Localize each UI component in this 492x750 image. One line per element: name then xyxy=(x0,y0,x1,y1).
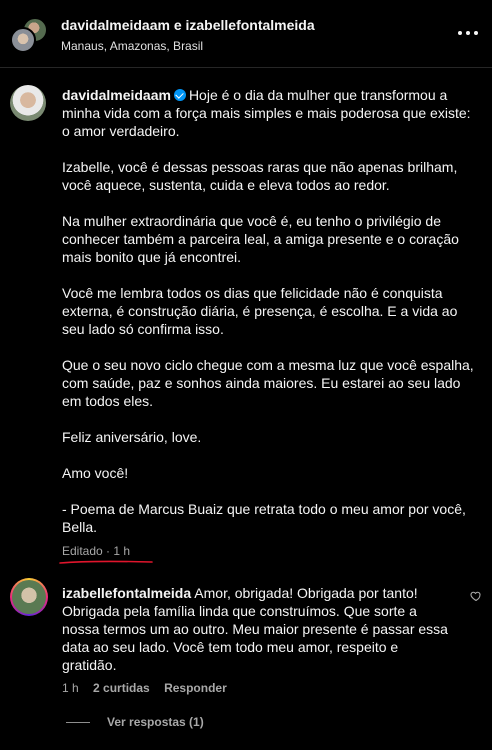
more-horizontal-icon[interactable] xyxy=(458,28,478,38)
comment-likes[interactable]: 2 curtidas xyxy=(93,681,150,695)
caption-paragraph: Na mulher extraordinária que você é, eu … xyxy=(62,213,459,265)
caption-paragraph: Feliz aniversário, love. xyxy=(62,429,202,445)
caption-paragraph: Você me lembra todos os dias que felicid… xyxy=(62,285,458,337)
header-accounts[interactable]: davidalmeidaam e izabellefontalmeida xyxy=(61,17,315,33)
comment-body: izabellefontalmeida Amor, obrigada! Obri… xyxy=(62,584,452,674)
commenter-username[interactable]: izabellefontalmeida xyxy=(62,585,191,601)
author-username[interactable]: davidalmeidaam xyxy=(62,87,171,103)
comment-time: 1 h xyxy=(62,681,79,695)
caption-paragraph: Amo você! xyxy=(62,465,129,481)
comment-meta: 1 h 2 curtidas Responder xyxy=(62,681,238,695)
red-annotation-underline xyxy=(59,560,153,564)
collab-avatars[interactable] xyxy=(10,17,48,53)
edited-timestamp: Editado · 1 h xyxy=(62,544,131,558)
author-avatar[interactable] xyxy=(10,85,46,121)
post-caption: davidalmeidaam Hoje é o dia da mulher que… xyxy=(62,86,482,554)
caption-paragraph: Que o seu novo ciclo chegue com a mesma … xyxy=(62,357,474,409)
verified-badge-icon xyxy=(173,89,186,101)
reply-button[interactable]: Responder xyxy=(164,681,227,695)
commenter-avatar[interactable] xyxy=(10,578,48,616)
post-header: davidalmeidaam e izabellefontalmeida Man… xyxy=(0,0,492,68)
caption-paragraph: Izabelle, você é dessas pessoas raras qu… xyxy=(62,159,458,193)
heart-outline-icon[interactable] xyxy=(470,590,482,602)
replies-divider xyxy=(66,722,90,723)
avatar-david[interactable] xyxy=(10,27,36,53)
view-replies-button[interactable]: Ver respostas (1) xyxy=(107,715,204,729)
caption-first-paragraph: davidalmeidaam Hoje é o dia da mulher que… xyxy=(62,86,482,140)
caption-paragraph: - Poema de Marcus Buaiz que retrata todo… xyxy=(62,501,466,535)
header-location[interactable]: Manaus, Amazonas, Brasil xyxy=(61,39,203,53)
